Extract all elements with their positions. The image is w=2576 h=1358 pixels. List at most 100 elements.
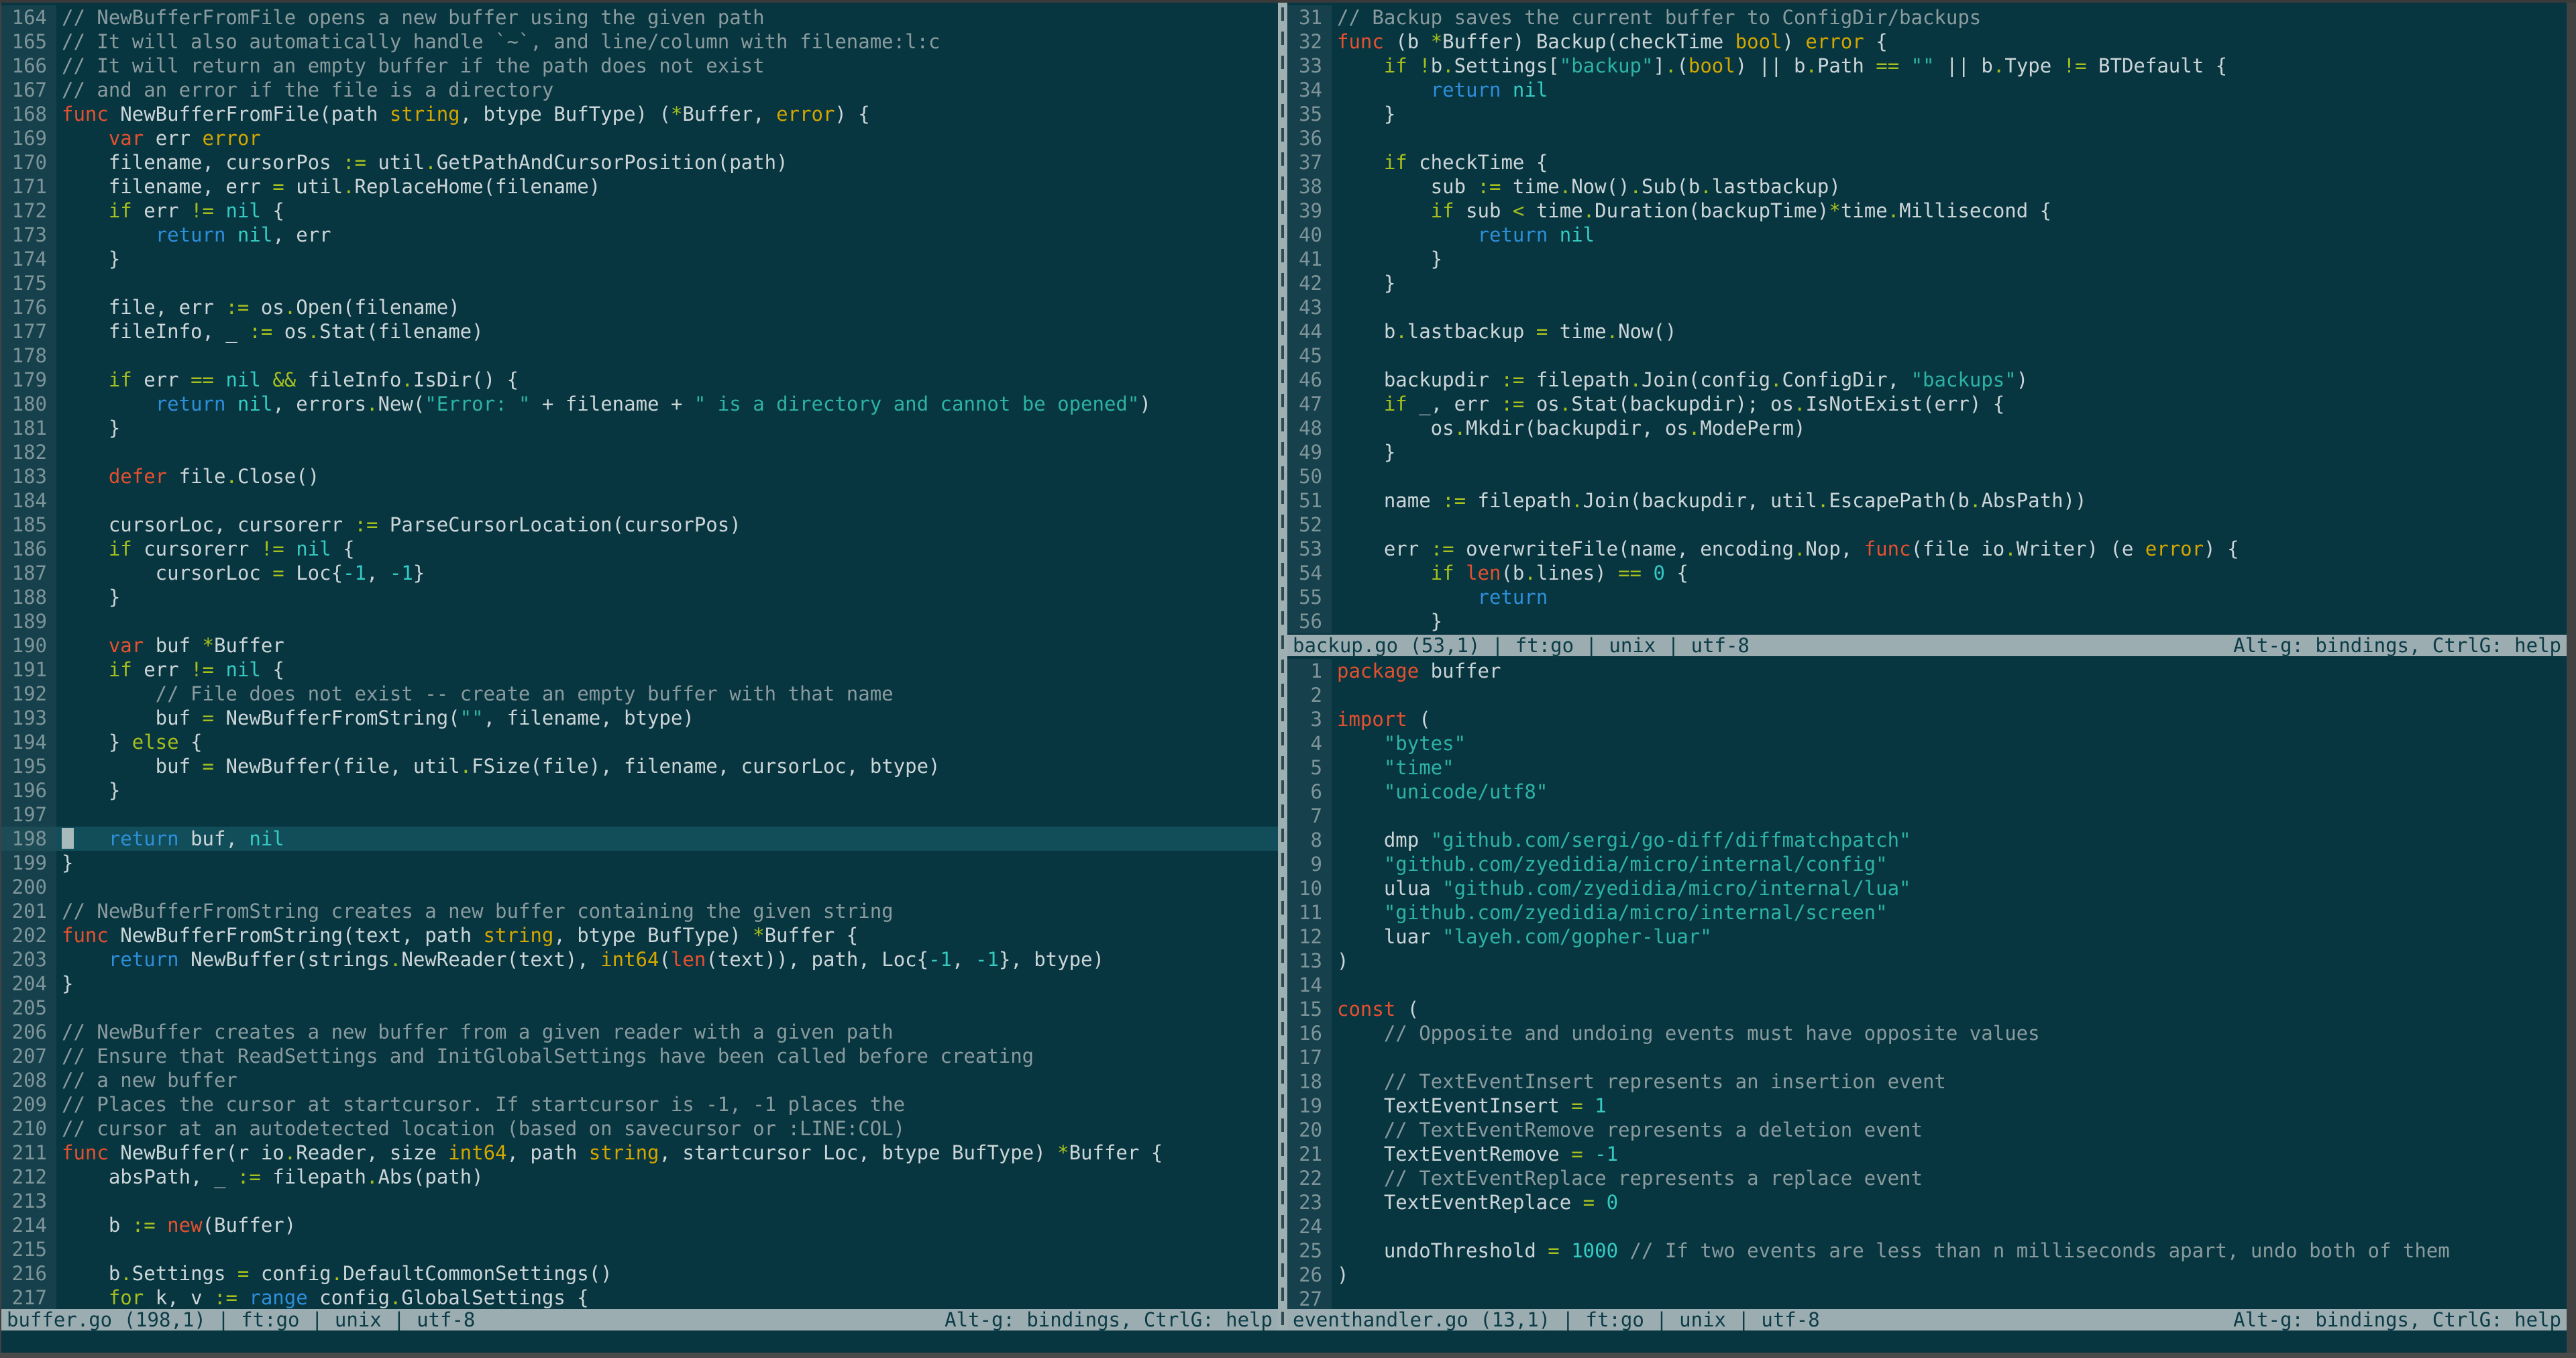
- code-line[interactable]: 56 }: [1287, 609, 2567, 633]
- code-line[interactable]: 206 // NewBuffer creates a new buffer fro…: [1, 1020, 1278, 1044]
- code-line[interactable]: 185 cursorLoc, cursorerr := ParseCursorL…: [1, 513, 1278, 537]
- code-line[interactable]: 34 return nil: [1287, 78, 2567, 102]
- code-line[interactable]: 40 return nil: [1287, 223, 2567, 247]
- code-line[interactable]: 41 }: [1287, 247, 2567, 271]
- code-line[interactable]: 14: [1287, 973, 2567, 997]
- code-line[interactable]: 200: [1, 875, 1278, 899]
- code-line[interactable]: 27: [1287, 1287, 2567, 1309]
- code-line[interactable]: 11 "github.com/zyedidia/micro/internal/s…: [1287, 900, 2567, 925]
- code-line[interactable]: 202 func NewBufferFromString(text, path s…: [1, 923, 1278, 947]
- code-line[interactable]: 181 }: [1, 416, 1278, 440]
- code-line[interactable]: 188 }: [1, 585, 1278, 609]
- code-line[interactable]: 55 return: [1287, 585, 2567, 609]
- code-line[interactable]: 178: [1, 344, 1278, 368]
- code-line[interactable]: 31// Backup saves the current buffer to …: [1287, 5, 2567, 30]
- code-line[interactable]: 217 for k, v := range config.GlobalSetti…: [1, 1286, 1278, 1309]
- code-line[interactable]: 10 ulua "github.com/zyedidia/micro/inter…: [1287, 876, 2567, 900]
- code-line[interactable]: 15 const (: [1287, 997, 2567, 1021]
- command-line[interactable]: [1, 1330, 2567, 1353]
- code-line[interactable]: 33 if !b.Settings["backup"].(bool) || b.…: [1287, 54, 2567, 78]
- code-line[interactable]: 169 var err error: [1, 126, 1278, 150]
- code-line[interactable]: 205: [1, 996, 1278, 1020]
- code-line[interactable]: 183 defer file.Close(): [1, 464, 1278, 488]
- code-line[interactable]: 54 if len(b.lines) == 0 {: [1287, 561, 2567, 585]
- code-line[interactable]: 210 // cursor at an autodetected location…: [1, 1116, 1278, 1141]
- vertical-split-divider[interactable]: [1278, 3, 1287, 1330]
- code-line[interactable]: 212 absPath, _ := filepath.Abs(path): [1, 1165, 1278, 1189]
- code-line[interactable]: 214 b := new(Buffer): [1, 1213, 1278, 1237]
- code-line[interactable]: 198 return buf, nil: [1, 827, 1278, 851]
- code-line[interactable]: 190 var buf *Buffer: [1, 633, 1278, 658]
- code-line[interactable]: 1 package buffer: [1287, 659, 2567, 683]
- code-line[interactable]: 189: [1, 609, 1278, 633]
- code-line[interactable]: 5 "time": [1287, 755, 2567, 780]
- code-line[interactable]: 203 return NewBuffer(strings.NewReader(t…: [1, 947, 1278, 972]
- code-line[interactable]: 184: [1, 488, 1278, 513]
- code-line[interactable]: 4 "bytes": [1287, 731, 2567, 755]
- code-line[interactable]: 179 if err == nil && fileInfo.IsDir() {: [1, 368, 1278, 392]
- code-line[interactable]: 6 "unicode/utf8": [1287, 780, 2567, 804]
- code-line[interactable]: 45: [1287, 344, 2567, 368]
- code-line[interactable]: 171 filename, err = util.ReplaceHome(fil…: [1, 174, 1278, 199]
- code-line[interactable]: 173 return nil, err: [1, 223, 1278, 247]
- code-line[interactable]: 25 undoThreshold = 1000 // If two events…: [1287, 1239, 2567, 1263]
- code-line[interactable]: 36: [1287, 126, 2567, 150]
- code-line[interactable]: 174 }: [1, 247, 1278, 271]
- code-line[interactable]: 49 }: [1287, 440, 2567, 464]
- code-line[interactable]: 176 file, err := os.Open(filename): [1, 295, 1278, 319]
- code-line[interactable]: 204}: [1, 972, 1278, 996]
- code-line[interactable]: 164 // NewBufferFromFile opens a new buff…: [1, 5, 1278, 30]
- code-line[interactable]: 208 // a new buffer: [1, 1068, 1278, 1092]
- code-line[interactable]: 17: [1287, 1045, 2567, 1069]
- code-line[interactable]: 48 os.Mkdir(backupdir, os.ModePerm): [1287, 416, 2567, 440]
- code-line[interactable]: 170 filename, cursorPos := util.GetPathA…: [1, 150, 1278, 174]
- code-line[interactable]: 38 sub := time.Now().Sub(b.lastbackup): [1287, 174, 2567, 199]
- code-line[interactable]: 19 TextEventInsert = 1: [1287, 1094, 2567, 1118]
- code-line[interactable]: 182: [1, 440, 1278, 464]
- code-line[interactable]: 3 import (: [1287, 707, 2567, 731]
- code-line[interactable]: 42 }: [1287, 271, 2567, 295]
- code-line[interactable]: 175: [1, 271, 1278, 295]
- code-line[interactable]: 18 // TextEventInsert represents an inse…: [1287, 1069, 2567, 1094]
- code-line[interactable]: 165 // It will also automatically handle …: [1, 30, 1278, 54]
- code-line[interactable]: 53 err := overwriteFile(name, encoding.N…: [1287, 537, 2567, 561]
- code-line[interactable]: 12 luar "layeh.com/gopher-luar": [1287, 925, 2567, 949]
- code-line[interactable]: 187 cursorLoc = Loc{-1, -1}: [1, 561, 1278, 585]
- code-line[interactable]: 44 b.lastbackup = time.Now(): [1287, 319, 2567, 344]
- code-line[interactable]: 8 dmp "github.com/sergi/go-diff/diffmatc…: [1287, 828, 2567, 852]
- code-line[interactable]: 177 fileInfo, _ := os.Stat(filename): [1, 319, 1278, 344]
- code-line[interactable]: 194 } else {: [1, 730, 1278, 754]
- code-line[interactable]: 196 }: [1, 778, 1278, 802]
- code-area-eventhandler-go[interactable]: 1 package buffer 2 3 import (4 "bytes" 5 "tim…: [1287, 656, 2567, 1309]
- code-line[interactable]: 166 // It will return an empty buffer if …: [1, 54, 1278, 78]
- code-line[interactable]: 209 // Places the cursor at startcursor. …: [1, 1092, 1278, 1116]
- code-line[interactable]: 13): [1287, 949, 2567, 973]
- code-line[interactable]: 37 if checkTime {: [1287, 150, 2567, 174]
- code-line[interactable]: 24: [1287, 1214, 2567, 1239]
- code-area-buffer-go[interactable]: 164 // NewBufferFromFile opens a new buff…: [1, 3, 1278, 1309]
- code-line[interactable]: 16 // Opposite and undoing events must h…: [1287, 1021, 2567, 1045]
- code-line[interactable]: 2: [1287, 683, 2567, 707]
- code-line[interactable]: 211 func NewBuffer(r io.Reader, size int6…: [1, 1141, 1278, 1165]
- code-line[interactable]: 213: [1, 1189, 1278, 1213]
- code-line[interactable]: 193 buf = NewBufferFromString("", filena…: [1, 706, 1278, 730]
- code-line[interactable]: 216 b.Settings = config.DefaultCommonSet…: [1, 1261, 1278, 1286]
- code-line[interactable]: 51 name := filepath.Join(backupdir, util…: [1287, 488, 2567, 513]
- code-line[interactable]: 35 }: [1287, 102, 2567, 126]
- code-line[interactable]: 199}: [1, 851, 1278, 875]
- code-line[interactable]: 192 // File does not exist -- create an …: [1, 682, 1278, 706]
- code-line[interactable]: 23 TextEventReplace = 0: [1287, 1190, 2567, 1214]
- code-line[interactable]: 167 // and an error if the file is a dire…: [1, 78, 1278, 102]
- code-line[interactable]: 20 // TextEventRemove represents a delet…: [1287, 1118, 2567, 1142]
- code-line[interactable]: 180 return nil, errors.New("Error: " + f…: [1, 392, 1278, 416]
- code-line[interactable]: 168 func NewBufferFromFile(path string, b…: [1, 102, 1278, 126]
- code-line[interactable]: 197: [1, 802, 1278, 827]
- code-line[interactable]: 47 if _, err := os.Stat(backupdir); os.I…: [1287, 392, 2567, 416]
- code-line[interactable]: 52: [1287, 513, 2567, 537]
- code-line[interactable]: 22 // TextEventReplace represents a repl…: [1287, 1166, 2567, 1190]
- code-line[interactable]: 191 if err != nil {: [1, 658, 1278, 682]
- code-line[interactable]: 26): [1287, 1263, 2567, 1287]
- code-line[interactable]: 46 backupdir := filepath.Join(config.Con…: [1287, 368, 2567, 392]
- code-line[interactable]: 186 if cursorerr != nil {: [1, 537, 1278, 561]
- code-line[interactable]: 39 if sub < time.Duration(backupTime)*ti…: [1287, 199, 2567, 223]
